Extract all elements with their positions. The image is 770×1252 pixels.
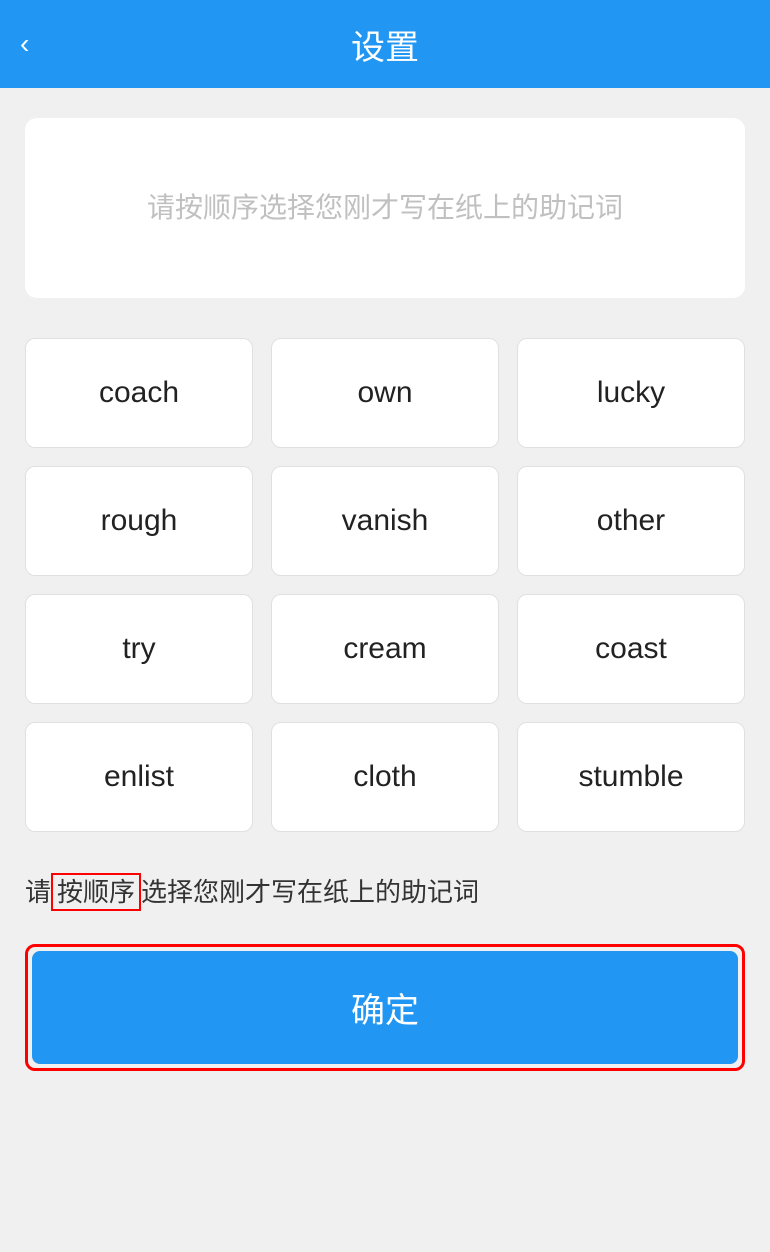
- mnemonic-placeholder-text: 请按顺序选择您刚才写在纸上的助记词: [147, 186, 623, 231]
- word-button-vanish[interactable]: vanish: [271, 466, 499, 576]
- word-button-rough[interactable]: rough: [25, 466, 253, 576]
- confirm-button[interactable]: 确定: [32, 951, 738, 1064]
- word-button-cloth[interactable]: cloth: [271, 722, 499, 832]
- confirm-button-wrapper: 确定: [25, 944, 745, 1071]
- instruction-highlight: 按顺序: [51, 873, 141, 911]
- back-button[interactable]: ‹: [20, 28, 29, 60]
- page-title: 设置: [351, 20, 419, 69]
- word-button-cream[interactable]: cream: [271, 594, 499, 704]
- word-button-coast[interactable]: coast: [517, 594, 745, 704]
- word-button-other[interactable]: other: [517, 466, 745, 576]
- word-button-lucky[interactable]: lucky: [517, 338, 745, 448]
- app-header: ‹ 设置: [0, 0, 770, 88]
- word-button-try[interactable]: try: [25, 594, 253, 704]
- instruction-text: 请按顺序选择您刚才写在纸上的助记词: [25, 872, 745, 914]
- word-button-stumble[interactable]: stumble: [517, 722, 745, 832]
- instruction-pre: 请: [25, 877, 51, 907]
- word-button-coach[interactable]: coach: [25, 338, 253, 448]
- word-button-enlist[interactable]: enlist: [25, 722, 253, 832]
- word-grid: coachownlucky roughvanishother trycreamcoa…: [25, 338, 745, 832]
- word-button-own[interactable]: own: [271, 338, 499, 448]
- mnemonic-display-area: 请按顺序选择您刚才写在纸上的助记词: [25, 118, 745, 298]
- main-content: 请按顺序选择您刚才写在纸上的助记词 coachownlucky roughvani…: [0, 88, 770, 1101]
- instruction-post: 选择您刚才写在纸上的助记词: [141, 877, 479, 907]
